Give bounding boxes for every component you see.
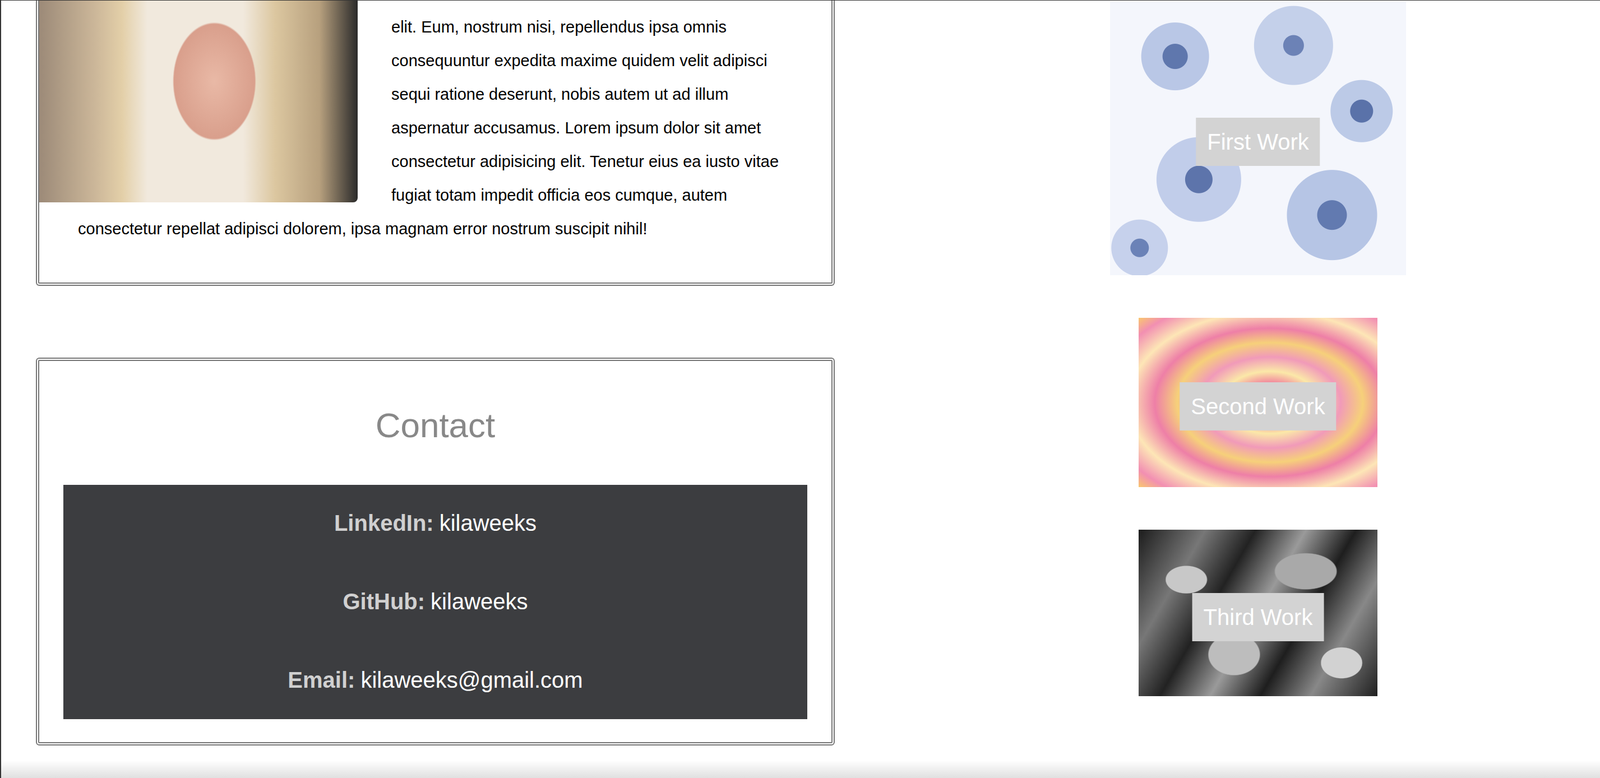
work-caption-space [1138,487,1378,496]
contact-value[interactable]: kilaweeks [439,510,537,536]
work-tile[interactable]: Third Work [1138,529,1378,705]
works-column: First Work Second Work Third Work [916,0,1600,761]
contact-row: Email:kilaweeks@gmail.com [74,666,797,694]
contact-value[interactable]: kilaweeks [430,589,528,614]
work-label[interactable]: Second Work [1179,382,1336,431]
contact-value[interactable]: kilaweeks@gmail.com [360,667,583,693]
contact-row: GitHub:kilaweeks [74,588,797,615]
work-tile[interactable]: Second Work [1138,317,1378,496]
window-shadow [1,760,1600,778]
portfolio-page: elit. Eum, nostrum nisi, repellendus ips… [1,0,1600,761]
work-caption-space [1110,275,1407,284]
contact-title: Contact [63,404,808,447]
contact-label: LinkedIn: [334,510,434,536]
contact-row: LinkedIn:kilaweeks [74,509,797,537]
profile-photo [39,0,358,203]
work-caption-space [1138,696,1378,705]
contact-label: GitHub: [342,589,425,614]
about-card: elit. Eum, nostrum nisi, repellendus ips… [35,0,835,286]
contact-card: ContactLinkedIn:kilaweeksGitHub:kilaweek… [35,357,835,746]
work-label[interactable]: Third Work [1192,593,1325,642]
contact-label: Email: [287,667,355,693]
contact-panel: LinkedIn:kilaweeksGitHub:kilaweeksEmail:… [63,484,808,720]
work-label[interactable]: First Work [1195,117,1320,166]
left-column: elit. Eum, nostrum nisi, repellendus ips… [35,0,835,761]
work-tile[interactable]: First Work [1110,0,1407,284]
